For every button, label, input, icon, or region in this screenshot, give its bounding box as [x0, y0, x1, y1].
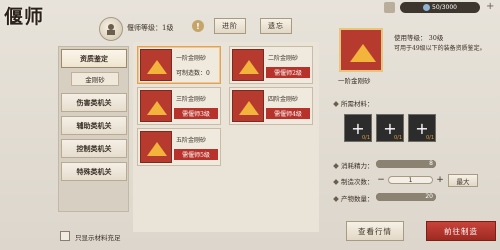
- materials-label: 所需材料：: [333, 98, 374, 108]
- energy-value: 8: [429, 160, 433, 167]
- decrease-icon[interactable]: −: [376, 175, 386, 185]
- home-icon[interactable]: [384, 2, 395, 13]
- item-name: 三阶金刚砂: [176, 96, 207, 103]
- selected-item-icon: [339, 28, 383, 72]
- level-requirement-badge: 需偃师3级: [174, 108, 218, 119]
- category-assist[interactable]: 辅助类机关: [61, 116, 127, 135]
- go-craft-button[interactable]: 前往制造: [426, 221, 496, 241]
- item-card-tier5[interactable]: 五阶金刚砂 需偃师5级: [137, 128, 221, 166]
- bullet-icon: [333, 179, 339, 185]
- jingangsha-icon: [232, 49, 264, 81]
- selected-item-name: 一阶金刚砂: [338, 77, 371, 85]
- level-requirement-badge: 需偃师4级: [266, 108, 310, 119]
- bullet-icon: [333, 196, 339, 202]
- max-button[interactable]: 最大: [448, 174, 478, 187]
- material-slot-1[interactable]: +0/1: [344, 114, 372, 142]
- use-level: 使用等级： 30级: [394, 34, 444, 42]
- material-count: 0/1: [361, 135, 370, 141]
- category-quality-identify[interactable]: 资质鉴定: [61, 49, 127, 68]
- category-special[interactable]: 特殊类机关: [61, 162, 127, 181]
- add-currency-icon[interactable]: +: [486, 2, 496, 12]
- category-damage[interactable]: 伤害类机关: [61, 93, 127, 112]
- level-requirement-badge: 需偃师2级: [266, 67, 310, 78]
- item-description: 可用于49级以下的装备资质鉴定。: [394, 45, 486, 52]
- jingangsha-icon: [140, 49, 172, 81]
- page-title: 偃师: [4, 6, 45, 28]
- item-detail-panel: 一阶金刚砂 使用等级： 30级 可用于49级以下的装备资质鉴定。 所需材料： +…: [326, 18, 498, 248]
- jingangsha-icon: [232, 90, 264, 122]
- material-count: 0/1: [425, 135, 434, 141]
- item-card-tier3[interactable]: 三阶金刚砂 需偃师3级: [137, 87, 221, 125]
- item-card-tier2[interactable]: 二阶金刚砂 需偃师2级: [229, 46, 313, 84]
- output-value: 20: [425, 193, 433, 200]
- forget-button[interactable]: 遗忘: [260, 18, 292, 34]
- material-slot-3[interactable]: +0/1: [408, 114, 436, 142]
- item-card-tier1[interactable]: 一阶金刚砂 可制造数：0: [137, 46, 221, 84]
- craftsman-icon: [107, 24, 115, 35]
- currency-icon: [423, 4, 431, 11]
- output-label: 产物数量：: [333, 193, 374, 203]
- jingangsha-icon: [140, 90, 172, 122]
- material-count: 0/1: [393, 135, 402, 141]
- craft-count-label: 制造次数：: [333, 176, 374, 186]
- material-slot-2[interactable]: +0/1: [376, 114, 404, 142]
- currency-bar: 50/3000: [400, 2, 480, 13]
- advance-button[interactable]: 进阶: [214, 18, 246, 34]
- category-control[interactable]: 控制类机关: [61, 139, 127, 158]
- level-text: 偃师等级：1级: [127, 24, 174, 32]
- bullet-icon: [333, 163, 339, 169]
- craftable-count: 可制造数：0: [176, 70, 210, 77]
- item-name: 四阶金刚砂: [268, 96, 299, 103]
- category-sidebar: 资质鉴定 金刚砂 伤害类机关 辅助类机关 控制类机关 特殊类机关: [58, 46, 129, 212]
- craft-count-input[interactable]: 1: [388, 176, 433, 184]
- jingangsha-icon: [140, 131, 172, 163]
- increase-icon[interactable]: +: [435, 175, 445, 185]
- currency-value: 50/3000: [432, 4, 457, 11]
- item-name: 二阶金刚砂: [268, 55, 299, 62]
- bullet-icon: [333, 101, 339, 107]
- info-icon[interactable]: !: [192, 20, 204, 32]
- output-bar: 20: [376, 193, 436, 201]
- item-name: 五阶金刚砂: [176, 137, 207, 144]
- energy-bar: 8: [376, 160, 436, 168]
- only-show-sufficient-checkbox[interactable]: [60, 231, 70, 241]
- subcategory-jingangsha[interactable]: 金刚砂: [71, 72, 119, 86]
- yanshi-level-icon: [99, 17, 123, 41]
- item-card-tier4[interactable]: 四阶金刚砂 需偃师4级: [229, 87, 313, 125]
- item-grid: 一阶金刚砂 可制造数：0 二阶金刚砂 需偃师2级 三阶金刚砂 需偃师3级 四阶金…: [133, 42, 319, 232]
- item-name: 一阶金刚砂: [176, 55, 207, 62]
- view-market-button[interactable]: 查看行情: [346, 221, 404, 241]
- level-requirement-badge: 需偃师5级: [174, 149, 218, 160]
- only-show-sufficient-label: 只显示材料充足: [75, 234, 121, 242]
- energy-label: 消耗精力：: [333, 160, 374, 170]
- craft-count-value: 1: [408, 177, 413, 184]
